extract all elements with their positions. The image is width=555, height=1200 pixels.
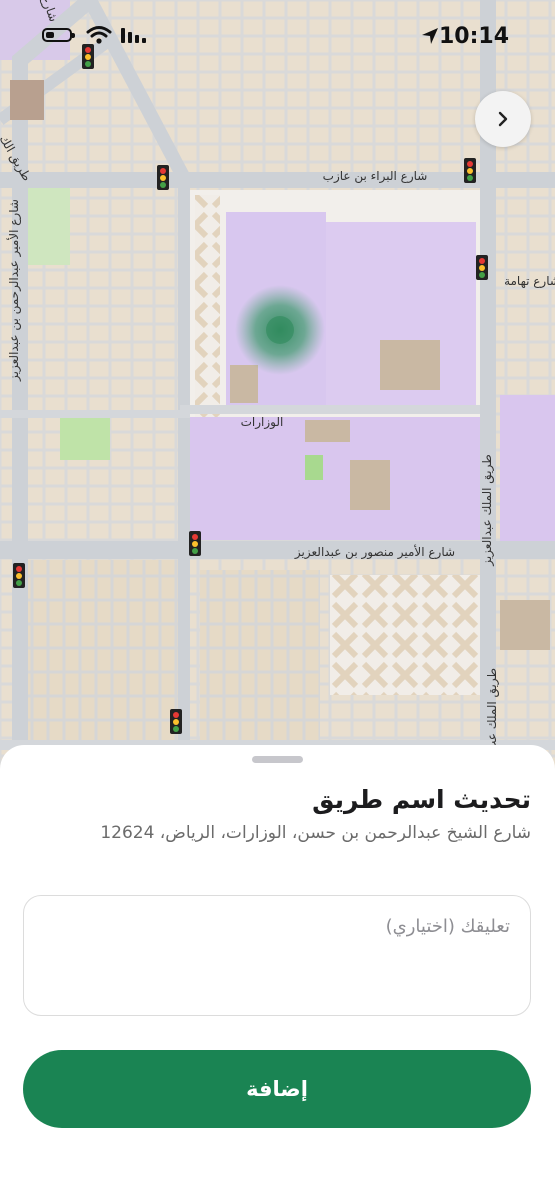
street-label: شارع البراء بن عازب [323, 169, 428, 184]
street-label: طريق الملك عبدالعزيز [480, 454, 495, 567]
traffic-light-icon [13, 563, 25, 588]
bottom-sheet: تحديث اسم طريق شارع الشيخ عبدالرحمن بن ح… [0, 745, 555, 1200]
traffic-light-icon [464, 158, 476, 183]
add-button[interactable]: إضافة [23, 1050, 531, 1128]
location-arrow-icon [422, 28, 438, 44]
traffic-light-icon [170, 709, 182, 734]
street-label: طريق الملك عب [485, 668, 500, 752]
street-label: شارع الأمير عبدالرحمن بن عبدالعزيز [6, 199, 22, 382]
map-view[interactable]: شارع البراء بن عازب شارع تهامة الوزارات … [0, 0, 555, 790]
place-label: الوزارات [241, 415, 284, 430]
traffic-light-icon [189, 531, 201, 556]
comment-field[interactable] [23, 895, 531, 1016]
chevron-right-icon [498, 111, 508, 127]
sheet-drag-handle[interactable] [252, 756, 303, 763]
wifi-icon [86, 26, 112, 44]
traffic-light-icon [157, 165, 169, 190]
street-label: شارع الأمير منصور بن عبدالعزيز [294, 544, 455, 560]
street-label: شارع تهامة [504, 274, 555, 289]
address-text: شارع الشيخ عبدالرحمن بن حسن، الوزارات، ا… [100, 823, 531, 843]
expand-button[interactable] [475, 91, 531, 147]
battery-icon [42, 28, 75, 42]
status-bar: 10:14 [0, 22, 555, 52]
status-time: 10:14 [438, 24, 509, 49]
map-canvas[interactable]: شارع البراء بن عازب شارع تهامة الوزارات … [0, 0, 555, 790]
sheet-title: تحديث اسم طريق [312, 785, 531, 814]
comment-input[interactable] [24, 896, 530, 1015]
signal-icon [121, 28, 146, 43]
traffic-light-icon [476, 255, 488, 280]
